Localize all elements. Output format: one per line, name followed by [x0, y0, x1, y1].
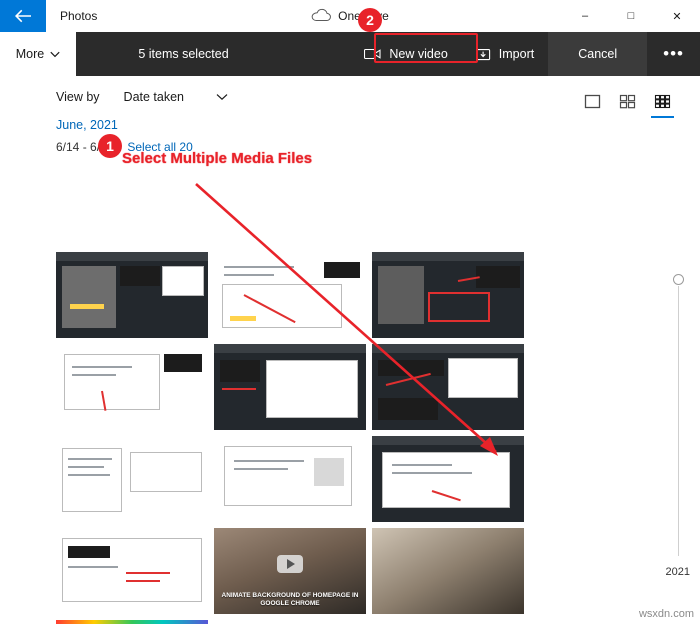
view-by-label: View by: [56, 90, 100, 104]
content-area: View by Date taken June, 2021 6/14 - 6/1…: [0, 76, 700, 624]
photo-grid: ANIMATE BACKGROUND OF HOMEPAGE IN GOOGLE…: [56, 252, 648, 624]
window-controls: – □ ✕: [562, 0, 700, 31]
watermark: wsxdn.com: [638, 608, 694, 620]
month-heading: June, 2021: [56, 118, 118, 132]
thumb-screenshot-4[interactable]: [56, 344, 208, 430]
play-icon: [277, 555, 303, 574]
close-button[interactable]: ✕: [654, 0, 700, 32]
thumb-screenshot-10[interactable]: [56, 528, 208, 614]
thumb-screenshot-5[interactable]: [214, 344, 366, 430]
selection-count: 5 items selected: [138, 47, 229, 61]
chevron-down-icon: [50, 47, 60, 61]
back-arrow-icon: [14, 9, 32, 23]
title-bar: Photos OneDrive – □ ✕: [0, 0, 700, 32]
view-by-value[interactable]: Date taken: [124, 90, 184, 104]
command-bar-spacer: [291, 32, 350, 76]
annotation-badge-2: 2: [358, 8, 382, 32]
thumb-screenshot-8[interactable]: [214, 436, 366, 522]
timeline-track: [678, 286, 679, 556]
thumb-screenshot-1[interactable]: [56, 252, 208, 338]
thumb-screenshot-7[interactable]: [56, 436, 208, 522]
timeline-year-label: 2021: [665, 566, 690, 578]
chevron-down-icon[interactable]: [216, 90, 228, 104]
app-title: Photos: [60, 8, 98, 23]
cloud-icon: [311, 8, 331, 24]
thumb-caption: ANIMATE BACKGROUND OF HOMEPAGE IN GOOGLE…: [221, 591, 359, 607]
thumb-screenshot-11[interactable]: [214, 620, 366, 624]
annotation-badge-1: 1: [98, 134, 122, 158]
timeline-thumb[interactable]: [673, 274, 684, 285]
cancel-button[interactable]: Cancel: [548, 32, 648, 76]
thumb-video-animate-background[interactable]: ANIMATE BACKGROUND OF HOMEPAGE IN GOOGLE…: [214, 528, 366, 614]
minimize-button[interactable]: –: [562, 0, 608, 32]
import-icon: [475, 48, 491, 61]
more-button[interactable]: More: [0, 32, 76, 76]
thumb-photo-laptop[interactable]: [372, 528, 524, 614]
thumb-rainbow-illustration[interactable]: ✓: [56, 620, 208, 624]
maximize-button[interactable]: □: [608, 0, 654, 32]
command-bar: More 5 items selected New video Import C…: [0, 32, 700, 76]
annotation-box-new-video: [374, 33, 478, 63]
thumb-screenshot-12[interactable]: [372, 620, 524, 624]
import-label: Import: [498, 47, 535, 61]
single-photo-view-icon[interactable]: [583, 92, 602, 111]
small-grid-view-icon[interactable]: [651, 92, 674, 118]
thumb-screenshot-2[interactable]: [214, 252, 366, 338]
timeline-scrollbar[interactable]: 2021: [666, 274, 690, 584]
medium-grid-view-icon[interactable]: [618, 92, 637, 111]
more-label: More: [15, 47, 45, 61]
thumb-screenshot-9[interactable]: [372, 436, 524, 522]
thumb-screenshot-6[interactable]: [372, 344, 524, 430]
back-button[interactable]: [0, 0, 46, 32]
thumb-screenshot-3[interactable]: [372, 252, 524, 338]
layout-switcher: [583, 92, 674, 118]
overflow-menu-button[interactable]: •••: [647, 32, 700, 76]
annotation-caption: Select Multiple Media Files: [122, 150, 313, 167]
